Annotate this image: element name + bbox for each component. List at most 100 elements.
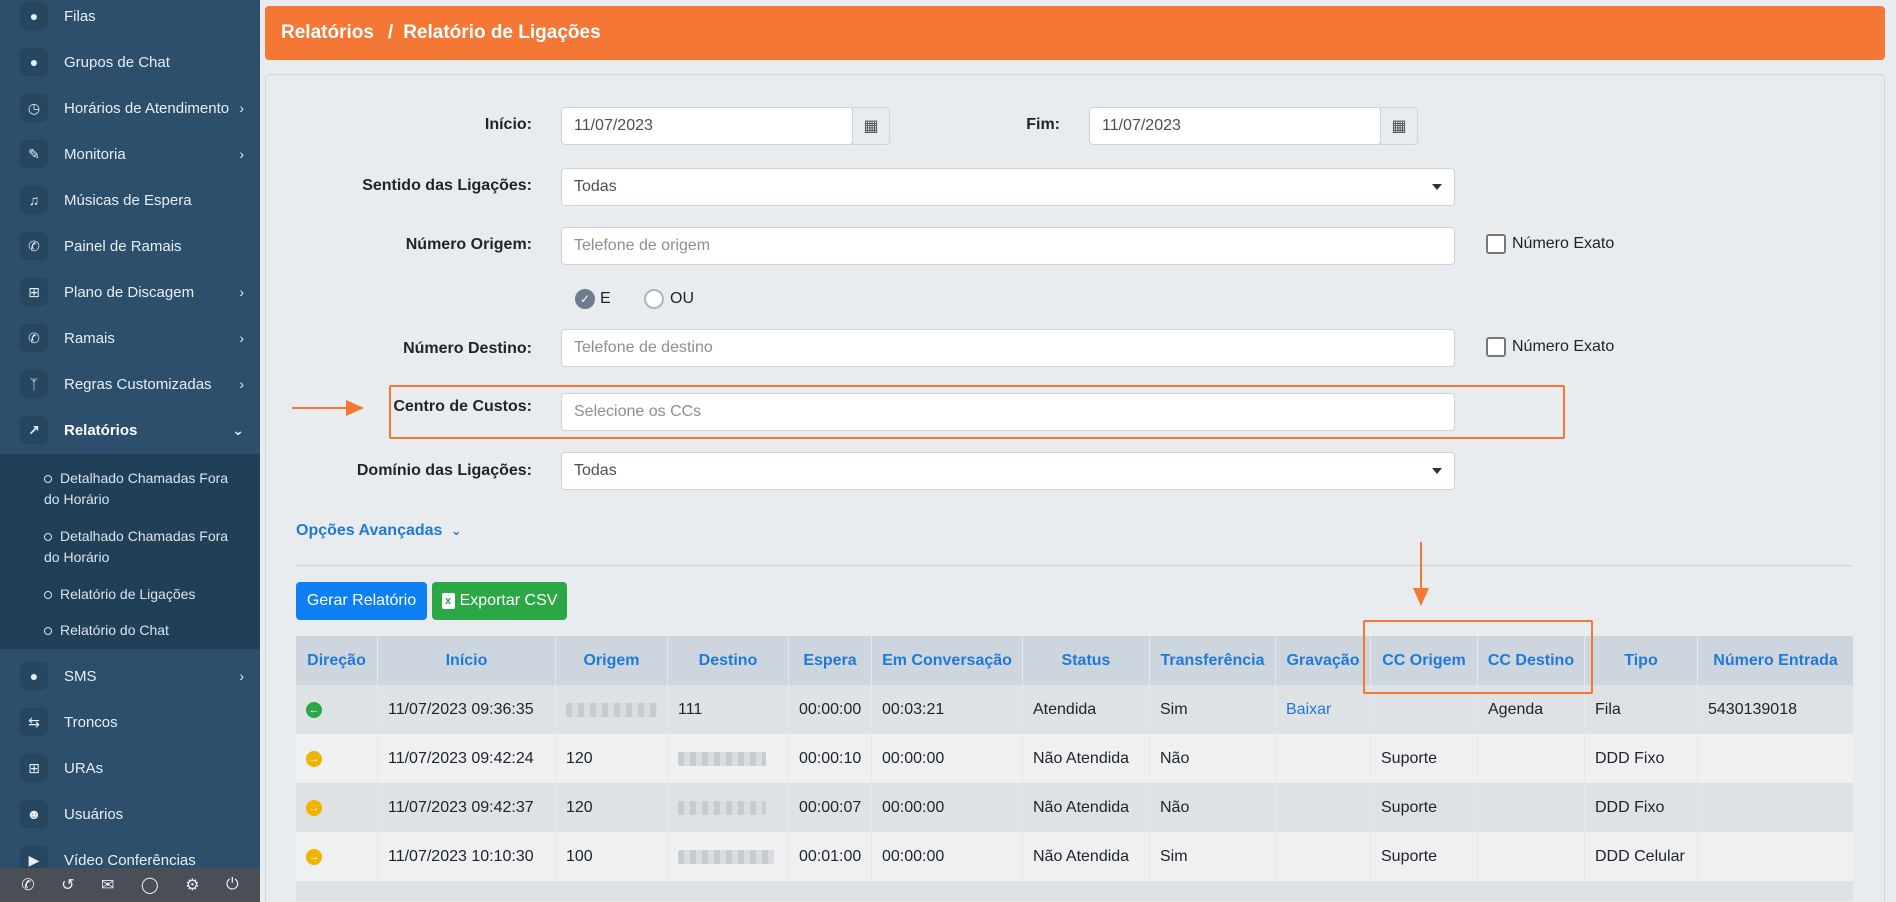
sidebar-item-uras[interactable]: ⊞ URAs [0,745,260,791]
sidebar-item-label: Painel de Ramais [64,237,182,255]
phone-icon: ✆ [20,232,48,260]
incoming-call-icon: ← [306,701,322,718]
comment-icon: ● [20,662,48,690]
inicio-date-input[interactable]: 11/07/2023 [561,107,853,145]
users-icon: ● [20,48,48,76]
submenu-item-relatorio-chat[interactable]: Relatório do Chat [44,620,244,641]
sidebar-item-monitoria[interactable]: ✎ Monitoria › [0,131,260,177]
numero-exato-label: Número Exato [1512,235,1615,252]
numero-exato-origem-checkbox[interactable] [1486,234,1506,254]
sidebar-item-label: Relatórios [64,421,138,439]
outgoing-call-icon: → [306,750,322,767]
destino-label: Número Destino: [403,340,532,357]
col-transferencia[interactable]: Transferência [1150,636,1276,685]
fim-date-input[interactable]: 11/07/2023 [1089,107,1381,145]
sidebar-item-label: Regras Customizadas [64,375,212,393]
submenu-item-detalhado-1[interactable]: Detalhado Chamadas Fora do Horário [44,468,244,510]
chevron-right-icon: › [239,284,244,300]
calendar-icon[interactable]: ▦ [1380,107,1418,145]
outgoing-call-icon: → [306,848,322,865]
cost-center-select[interactable]: Selecione os CCs [561,393,1455,431]
sidebar-item-sms[interactable]: ● SMS › [0,653,260,699]
chevron-right-icon: › [239,146,244,162]
col-inicio[interactable]: Início [378,636,556,685]
table-header: Direção Início Origem Destino Espera Em … [296,636,1853,685]
excel-icon: x [441,593,455,609]
advanced-options-toggle[interactable]: Opções Avançadas ⌄ [296,522,462,540]
radio-e[interactable]: ✓ [575,289,595,309]
sentido-select[interactable]: Todas [561,168,1455,206]
col-destino[interactable]: Destino [668,636,789,685]
highlight-box-cc-columns [1363,620,1593,694]
breadcrumb-separator: / [387,22,394,43]
col-origem[interactable]: Origem [556,636,668,685]
reports-submenu: Detalhado Chamadas Fora do Horário Detal… [0,454,260,649]
inicio-label: Início: [484,116,532,133]
history-icon[interactable]: ↺ [61,875,74,895]
gear-icon[interactable]: ⚙ [185,875,199,895]
col-direcao[interactable]: Direção [296,636,378,685]
col-em-conversacao[interactable]: Em Conversação [872,636,1023,685]
sidebar-item-painel-ramais[interactable]: ✆ Painel de Ramais [0,223,260,269]
dominio-select[interactable]: Todas [561,452,1455,490]
breadcrumb-section[interactable]: Relatórios [281,22,374,44]
circle-icon [44,627,52,636]
chevron-right-icon: › [239,668,244,684]
sidebar-item-usuarios[interactable]: ☻ Usuários [0,791,260,837]
sidebar-item-label: Plano de Discagem [64,283,195,301]
table-row: → 11/07/2023 09:42:37 120 00:00:07 00:00… [296,783,1853,832]
sidebar-item-relatorios[interactable]: ↗ Relatórios ⌄ [0,407,260,453]
destino-input[interactable]: Telefone de destino [561,329,1455,367]
sitemap-icon: ⊞ [20,278,48,306]
sidebar-item-label: Usuários [64,805,124,823]
divider [296,565,1853,566]
sidebar-item-troncos[interactable]: ⇆ Troncos [0,699,260,745]
numero-exato-destino-checkbox[interactable] [1486,337,1506,357]
table-row: ← 11/07/2023 09:36:35 111 00:00:00 00:03… [296,685,1853,734]
generate-report-button[interactable]: Gerar Relatório [296,582,427,620]
redacted-number [678,849,774,864]
submenu-item-detalhado-2[interactable]: Detalhado Chamadas Fora do Horário [44,526,244,568]
sidebar-item-horarios[interactable]: ◷ Horários de Atendimento › [0,85,260,131]
sidebar-item-label: Monitoria [64,145,126,163]
sidebar-item-label: Horários de Atendimento [64,99,230,117]
col-espera[interactable]: Espera [789,636,872,685]
origem-label: Número Origem: [405,236,532,253]
caret-down-icon [1432,468,1442,474]
radio-ou-label: OU [670,290,694,307]
redacted-number [678,751,766,766]
circle-icon [44,533,52,542]
sidebar-item-label: Grupos de Chat [64,53,170,71]
submenu-item-relatorio-ligacoes[interactable]: Relatório de Ligações [44,584,244,605]
page-header: Relatórios / Relatório de Ligações [265,6,1885,60]
sidebar-item-musicas[interactable]: ♫ Músicas de Espera [0,177,260,223]
sidebar-item-filas[interactable]: ● Filas [0,0,260,39]
col-gravacao[interactable]: Gravação [1276,636,1371,685]
sidebar-item-label: URAs [64,759,104,777]
download-recording-link[interactable]: Baixar [1286,701,1331,719]
col-status[interactable]: Status [1023,636,1150,685]
col-tipo[interactable]: Tipo [1585,636,1698,685]
annotation-arrow-down [1413,542,1429,606]
radio-e-label: E [600,290,611,307]
origem-input[interactable]: Telefone de origem [561,227,1455,265]
dominio-label: Domínio das Ligações: [356,462,532,479]
sidebar-item-regras[interactable]: ᛉ Regras Customizadas › [0,361,260,407]
sidebar-item-grupos-de-chat[interactable]: ● Grupos de Chat [0,39,260,85]
outgoing-call-icon: → [306,799,322,816]
table-row [296,881,1853,901]
col-numero-entrada[interactable]: Número Entrada [1698,636,1853,685]
radio-ou[interactable] [644,289,664,309]
sidebar-item-plano-discagem[interactable]: ⊞ Plano de Discagem › [0,269,260,315]
sidebar-item-label: SMS [64,667,97,685]
chevron-right-icon: › [239,376,244,392]
phone-icon[interactable]: ✆ [21,875,34,895]
redacted-number [566,702,658,717]
sidebar-bottom-toolbar: ✆ ↺ ✉ ◯ ⚙ ⏻ [0,868,260,902]
calendar-icon[interactable]: ▦ [852,107,890,145]
power-icon[interactable]: ⏻ [226,876,239,894]
voicemail-icon[interactable]: ◯ [141,875,159,895]
sidebar-item-ramais[interactable]: ✆ Ramais › [0,315,260,361]
export-csv-button[interactable]: x Exportar CSV [432,582,567,620]
chat-icon[interactable]: ✉ [101,875,114,895]
